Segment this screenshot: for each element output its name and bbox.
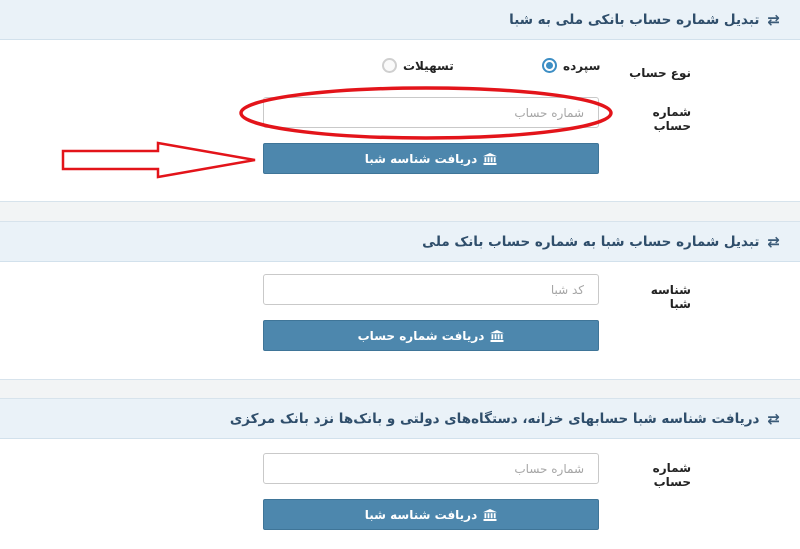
account-number-label: شماره حساب: [652, 105, 691, 133]
section-header: ⇄ تبدیل شماره حساب بانکی ملی به شبا: [0, 0, 800, 40]
section-header: ⇄ تبدیل شماره حساب شبا به شماره حساب بان…: [0, 222, 800, 262]
radio-loans[interactable]: تسهیلات: [382, 58, 454, 73]
get-account-number-button-label: دریافت شماره حساب: [357, 328, 485, 343]
section-title: تبدیل شماره حساب بانکی ملی به شبا: [509, 11, 760, 28]
radio-loans-label: تسهیلات: [403, 58, 454, 73]
account-number-input[interactable]: [263, 97, 599, 128]
get-iban-button-label: دریافت شناسه شبا: [364, 507, 478, 522]
section-title: دریافت شناسه شبا حسابهای خزانه، دستگاه‌ه…: [229, 410, 760, 427]
account-number-label: شماره حساب: [652, 461, 691, 489]
account-type-label: نوع حساب: [629, 66, 691, 80]
section-iban-to-account: ⇄ تبدیل شماره حساب شبا به شماره حساب بان…: [0, 221, 800, 380]
account-number-input[interactable]: [263, 453, 599, 484]
get-iban-button[interactable]: دریافت شناسه شبا: [263, 143, 599, 174]
sheba-input[interactable]: [263, 274, 599, 305]
exchange-arrows-icon: ⇄: [767, 10, 780, 29]
sheba-label: شناسه شبا: [650, 283, 691, 311]
bank-building-icon: [490, 329, 505, 342]
get-iban-button[interactable]: دریافت شناسه شبا: [263, 499, 599, 530]
bank-building-icon: [483, 152, 498, 165]
radio-deposit[interactable]: سپرده: [542, 58, 600, 73]
section-header: ⇄ دریافت شناسه شبا حسابهای خزانه، دستگاه…: [0, 399, 800, 439]
radio-deposit-label: سپرده: [563, 58, 601, 73]
bank-building-icon: [483, 508, 498, 521]
section-title: تبدیل شماره حساب شبا به شماره حساب بانک …: [422, 233, 760, 250]
radio-checked-icon[interactable]: [542, 58, 557, 73]
section-iban-conversion: ⇄ تبدیل شماره حساب بانکی ملی به شبا نوع …: [0, 0, 800, 202]
section-treasury-iban: ⇄ دریافت شناسه شبا حسابهای خزانه، دستگاه…: [0, 398, 800, 549]
get-iban-button-label: دریافت شناسه شبا: [364, 151, 478, 166]
exchange-arrows-icon: ⇄: [767, 232, 780, 251]
radio-unchecked-icon[interactable]: [382, 58, 397, 73]
get-account-number-button[interactable]: دریافت شماره حساب: [263, 320, 599, 351]
exchange-arrows-icon: ⇄: [767, 409, 780, 428]
